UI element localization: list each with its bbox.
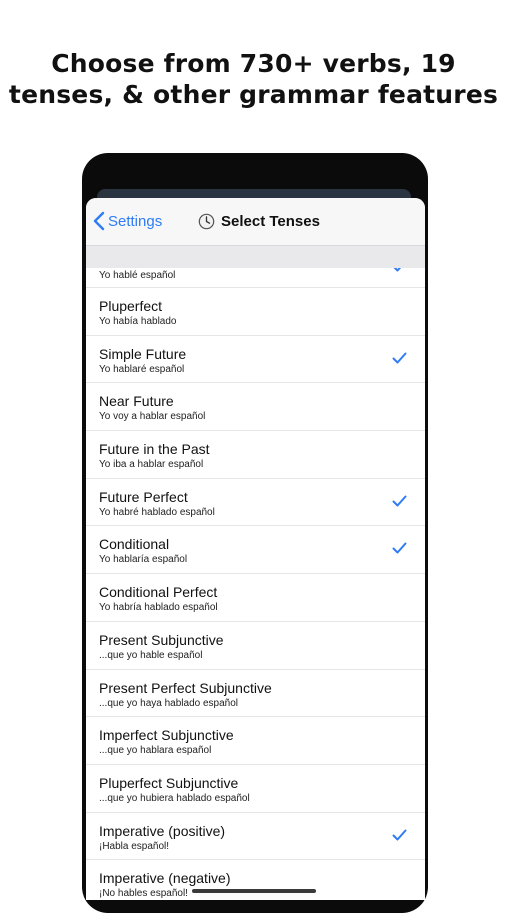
promo-headline: Choose from 730+ verbs, 19 tenses, & oth… bbox=[0, 48, 507, 110]
tense-row[interactable]: Pluperfect Subjunctive ...que yo hubiera … bbox=[86, 765, 425, 813]
tense-row[interactable]: Conditional Perfect Yo habría hablado esp… bbox=[86, 574, 425, 622]
section-header-gap bbox=[86, 245, 425, 268]
tense-row[interactable]: Imperative (negative) ¡No hables español! bbox=[86, 860, 425, 900]
tense-row[interactable]: Future in the Past Yo iba a hablar españo… bbox=[86, 431, 425, 479]
tense-example: Yo hablé español bbox=[99, 270, 176, 281]
promo-headline-line-2: tenses, & other grammar features bbox=[8, 80, 499, 109]
tense-name: Imperative (positive) bbox=[99, 822, 226, 839]
checkmark-icon bbox=[392, 829, 407, 841]
tense-name: Future in the Past bbox=[99, 441, 210, 458]
tense-name: Simple Future bbox=[99, 345, 187, 362]
tense-example: Yo había hablado bbox=[99, 316, 177, 327]
tense-example: Yo habría hablado español bbox=[99, 602, 218, 614]
back-button[interactable]: Settings bbox=[92, 210, 162, 232]
tense-example: ...que yo haya hablado español bbox=[99, 697, 238, 709]
tense-list: Simple PastYo hablé españolPluperfectYo … bbox=[86, 252, 425, 900]
home-indicator bbox=[192, 889, 316, 893]
tense-row[interactable]: Imperative (positive) ¡Habla español! bbox=[86, 813, 425, 861]
tense-example: Yo habré hablado español bbox=[99, 506, 215, 518]
tense-row[interactable]: Future Perfect Yo habré hablado español bbox=[86, 479, 425, 527]
chevron-left-icon bbox=[93, 211, 105, 231]
checkmark-icon bbox=[392, 542, 407, 554]
tense-row[interactable]: Pluperfect Yo había hablado bbox=[86, 288, 425, 336]
clock-icon bbox=[198, 213, 215, 229]
tense-name: Conditional Perfect bbox=[99, 584, 218, 601]
tense-name: Pluperfect bbox=[99, 298, 163, 314]
tense-example: ...que yo hable español bbox=[99, 649, 203, 661]
tense-example: ¡Habla español! bbox=[99, 840, 170, 852]
promo-headline-line-1: Choose from 730+ verbs, 19 bbox=[51, 49, 456, 78]
tense-row[interactable]: Present Perfect Subjunctive ...que yo hay… bbox=[86, 670, 425, 718]
tense-name: Near Future bbox=[99, 393, 174, 410]
tense-name: Imperative (negative) bbox=[99, 870, 231, 887]
tense-example: ...que yo hablara español bbox=[99, 745, 212, 757]
tense-row[interactable]: Imperfect Subjunctive ...que yo hablara e… bbox=[86, 717, 425, 765]
tense-example: Yo hablaré español bbox=[99, 363, 185, 375]
tense-example: Yo voy a hablar español bbox=[99, 411, 206, 423]
checkmark-icon bbox=[392, 352, 407, 364]
tense-row[interactable]: Conditional Yo hablaría español bbox=[86, 526, 425, 575]
tense-name: Present Perfect Subjunctive bbox=[99, 679, 272, 696]
checkmark-icon bbox=[392, 495, 407, 507]
tense-example: ...que yo hubiera hablado español bbox=[99, 792, 250, 804]
page-title-text: Select Tenses bbox=[221, 212, 320, 230]
tense-name: Future Perfect bbox=[99, 488, 188, 505]
app-screen: Simple PastYo hablé españolPluperfectYo … bbox=[86, 198, 425, 900]
tense-row[interactable]: Simple Future Yo hablaré español bbox=[86, 336, 425, 384]
tense-name: Present Subjunctive bbox=[99, 631, 224, 648]
tense-name: Pluperfect Subjunctive bbox=[99, 774, 239, 791]
back-button-label: Settings bbox=[108, 212, 163, 230]
tense-example: Yo iba a hablar español bbox=[99, 459, 204, 471]
tense-name: Conditional bbox=[99, 536, 170, 553]
tense-row[interactable]: Present Subjunctive ...que yo hable españ… bbox=[86, 622, 425, 670]
tense-row[interactable]: Near Future Yo voy a hablar español bbox=[86, 383, 425, 432]
tense-name: Imperfect Subjunctive bbox=[99, 727, 234, 744]
page-title: Select Tenses bbox=[198, 211, 320, 231]
navigation-bar: Settings Select Tenses bbox=[86, 198, 425, 245]
tense-example: Yo hablaría español bbox=[99, 554, 188, 566]
tense-example: ¡No hables español! bbox=[99, 888, 188, 900]
